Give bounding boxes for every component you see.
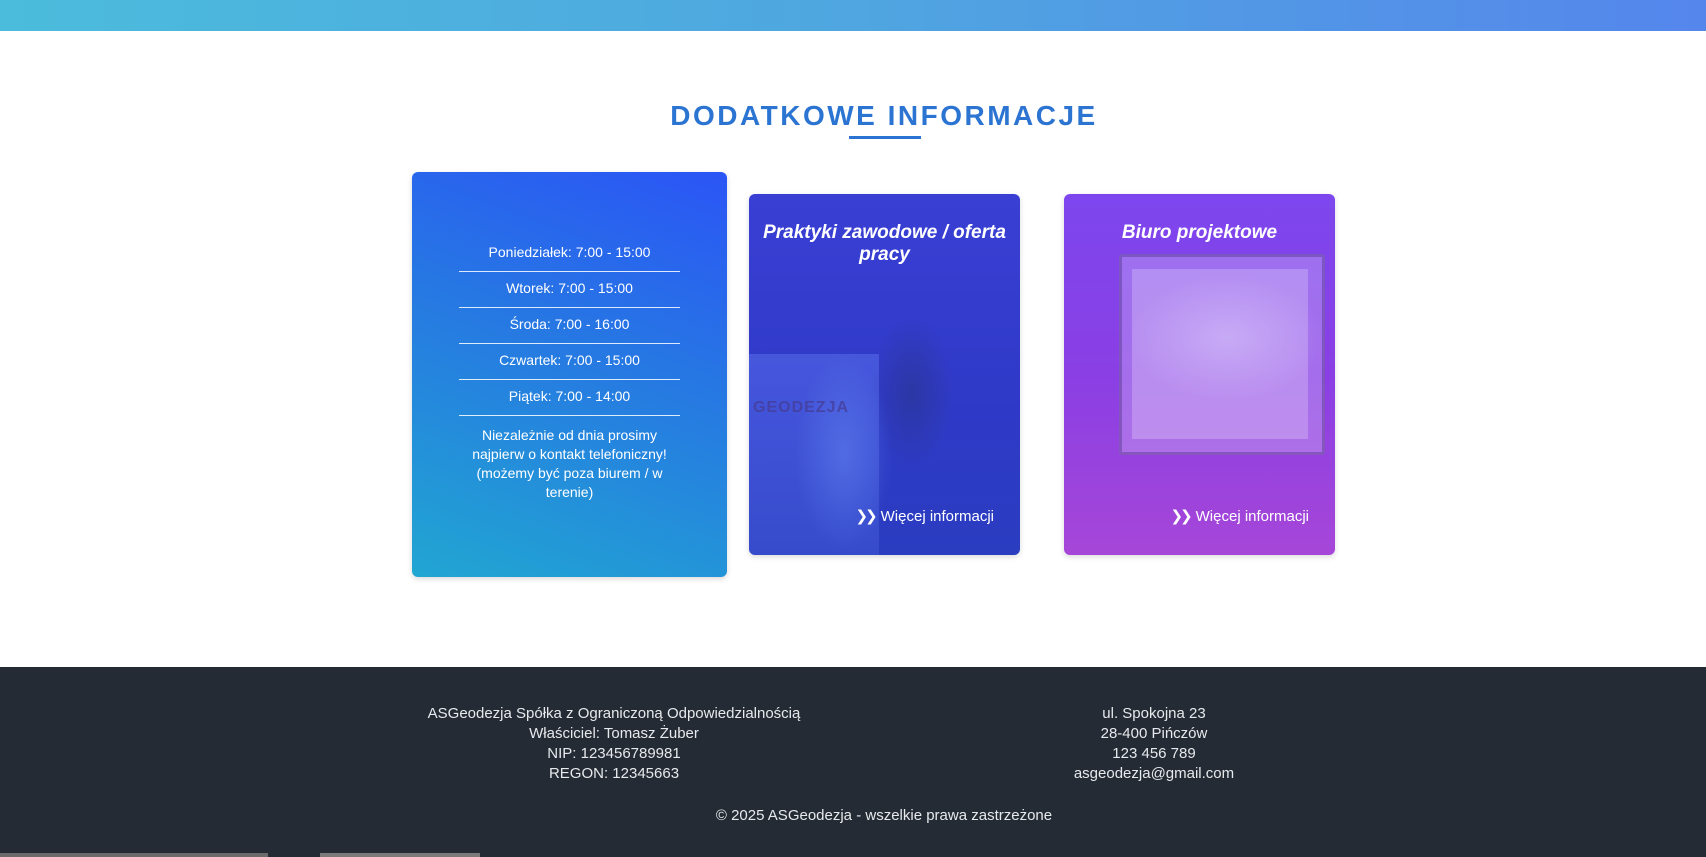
company-name: ASGeodezja Spółka z Ograniczoną Odpowied… xyxy=(427,705,801,722)
more-info-link-biuro[interactable]: ❯❯ Więcej informacji xyxy=(1170,507,1310,526)
opening-hours-list: Poniedziałek: 7:00 - 15:00 Wtorek: 7:00 … xyxy=(459,236,680,416)
opening-hours-card: Poniedziałek: 7:00 - 15:00 Wtorek: 7:00 … xyxy=(412,172,727,577)
double-chevron-right-icon: ❯❯ xyxy=(855,508,878,525)
hours-note: Niezależnie od dnia prosimy najpierw o k… xyxy=(472,427,667,500)
more-info-label: Więcej informacji xyxy=(880,507,994,525)
hours-row-friday: Piątek: 7:00 - 14:00 xyxy=(459,380,680,416)
email-link[interactable]: asgeodezja@gmail.com xyxy=(1004,764,1304,784)
phone-number[interactable]: 123 456 789 xyxy=(1004,744,1304,764)
section-title: DODATKOWE INFORMACJE xyxy=(670,100,1098,131)
hours-row-tuesday: Wtorek: 7:00 - 15:00 xyxy=(459,272,680,308)
card-biuro[interactable]: Biuro projektowe ❯❯ Więcej informacji xyxy=(1064,194,1335,555)
address-city: 28-400 Pińczów xyxy=(1100,725,1208,742)
footer-company-info: ASGeodezja Spółka z Ograniczoną Odpowied… xyxy=(370,704,858,784)
bottom-overlay-bar xyxy=(0,853,268,857)
card-praktyki[interactable]: GEODEZJA Praktyki zawodowe / oferta prac… xyxy=(749,194,1020,555)
hours-row-monday: Poniedziałek: 7:00 - 15:00 xyxy=(459,236,680,272)
more-info-label: Więcej informacji xyxy=(1195,507,1309,525)
footer: ASGeodezja Spółka z Ograniczoną Odpowied… xyxy=(0,667,1706,857)
monitor-photo xyxy=(1119,254,1325,455)
copyright: © 2025 ASGeodezja - wszelkie prawa zastr… xyxy=(715,807,1053,824)
card-title-praktyki: Praktyki zawodowe / oferta pracy xyxy=(763,222,1006,265)
company-regon: REGON: 12345663 xyxy=(548,765,680,782)
monitor-screen xyxy=(1132,269,1308,439)
double-chevron-right-icon: ❯❯ xyxy=(1170,508,1193,525)
address-street: ul. Spokojna 23 xyxy=(1102,705,1206,722)
hours-row-thursday: Czwartek: 7:00 - 15:00 xyxy=(459,344,680,380)
card-title-biuro: Biuro projektowe xyxy=(1121,222,1278,243)
company-nip: NIP: 123456789981 xyxy=(547,745,681,762)
more-info-link-praktyki[interactable]: ❯❯ Więcej informacji xyxy=(855,507,995,526)
hours-row-wednesday: Środa: 7:00 - 16:00 xyxy=(459,308,680,344)
bottom-overlay-bar xyxy=(320,853,480,857)
footer-contact-info: ul. Spokojna 23 28-400 Pińczów 123 456 7… xyxy=(1004,704,1304,784)
title-underline xyxy=(849,136,921,139)
company-owner: Właściciel: Tomasz Żuber xyxy=(529,725,699,742)
vest-lettering: GEODEZJA xyxy=(753,399,850,416)
top-gradient-band xyxy=(0,0,1706,31)
